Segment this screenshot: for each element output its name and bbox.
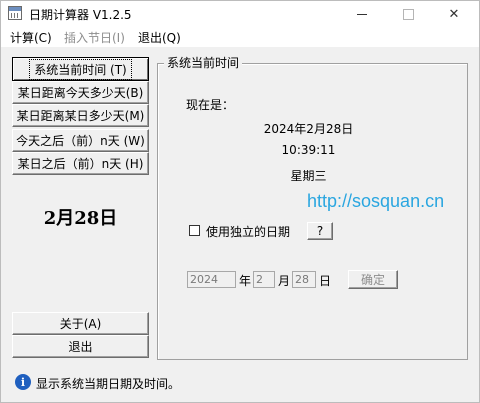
calendar-app-icon	[8, 6, 22, 20]
year-unit: 年	[239, 274, 252, 288]
app-window: 日期计算器 V1.2.5 ✕ 计算(C) 插入节日(I) 退出(Q) 系统当前时…	[0, 0, 480, 403]
system-time-label: 系统当前时间 (T)	[29, 58, 132, 80]
big-date-display: 2月28日	[43, 208, 118, 229]
year-input: 2024	[187, 271, 236, 288]
menu-exit[interactable]: 退出(Q)	[138, 29, 181, 46]
menu-insert-holiday: 插入节日(I)	[64, 31, 125, 45]
now-label: 现在是：	[186, 98, 235, 112]
day-unit: 日	[319, 274, 332, 288]
current-weekday: 星期三	[290, 169, 327, 183]
menu-calculate[interactable]: 计算(C)	[10, 29, 52, 46]
menu-bar: 计算(C) 插入节日(I) 退出(Q)	[1, 27, 479, 47]
month-input: 2	[253, 271, 275, 288]
title-bar[interactable]: 日期计算器 V1.2.5 ✕	[1, 1, 479, 27]
independent-date-checkbox[interactable]	[189, 225, 200, 236]
n-days-from-date-button[interactable]: 某日之后（前）n天 (H)	[12, 152, 149, 175]
status-text: 显示系统当期日期及时间。	[36, 377, 181, 391]
days-between-dates-button[interactable]: 某日距离某日多少天(M)	[12, 104, 149, 127]
maximize-icon	[402, 8, 414, 20]
maximize-button	[385, 1, 431, 27]
exit-button[interactable]: 退出	[12, 335, 149, 358]
n-days-from-today-button[interactable]: 今天之后（前）n天 (W)	[12, 129, 149, 152]
info-icon: i	[15, 374, 31, 390]
independent-date-label[interactable]: 使用独立的日期	[206, 223, 290, 240]
window-title: 日期计算器 V1.2.5	[29, 8, 132, 22]
current-time: 10:39:11	[281, 143, 336, 157]
close-icon: ✕	[448, 6, 460, 22]
current-date: 2024年2月28日	[263, 122, 354, 136]
minimize-button[interactable]	[339, 1, 385, 27]
days-to-today-button[interactable]: 某日距离今天多少天(B)	[12, 81, 149, 104]
group-title: 系统当前时间	[164, 54, 243, 71]
help-button[interactable]: ?	[307, 222, 333, 240]
month-unit: 月	[278, 274, 291, 288]
minimize-icon	[357, 13, 367, 15]
day-input: 28	[292, 271, 316, 288]
system-time-button[interactable]: 系统当前时间 (T)	[12, 57, 149, 81]
about-button[interactable]: 关于(A)	[12, 312, 149, 335]
close-button[interactable]: ✕	[431, 1, 477, 27]
confirm-button: 确定	[348, 270, 398, 289]
watermark-link: http://sosquan.cn	[307, 191, 445, 211]
